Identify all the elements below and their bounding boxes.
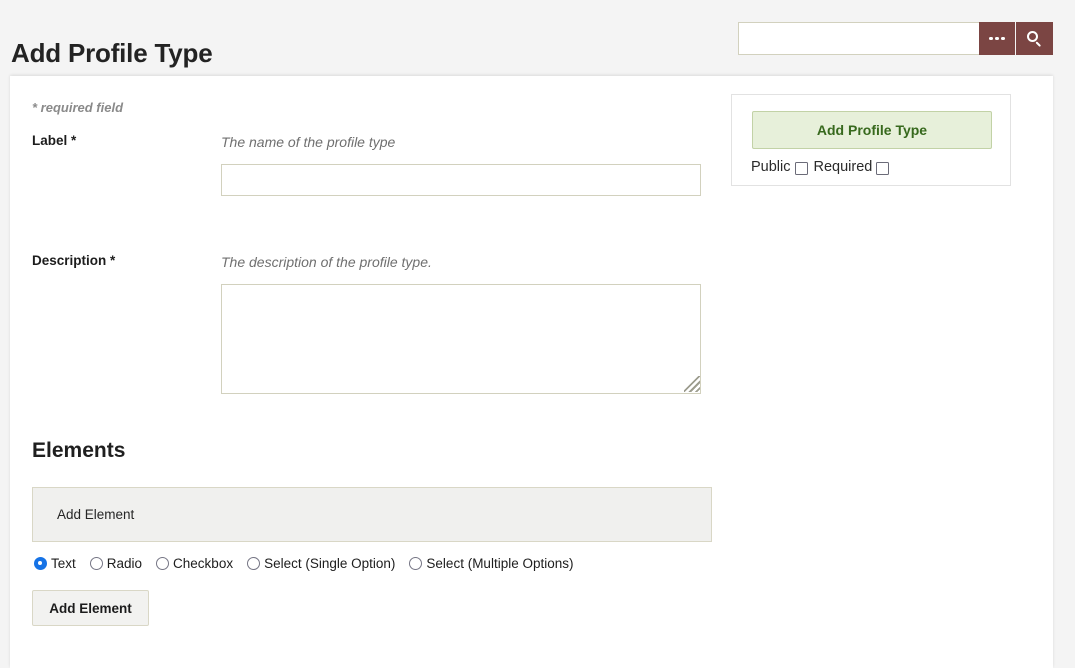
content-card: * required field Label * The name of the… xyxy=(10,76,1053,668)
add-element-panel: Add Element xyxy=(32,487,712,542)
search-input[interactable] xyxy=(738,22,979,55)
required-field-note: * required field xyxy=(32,100,124,115)
add-element-panel-label: Add Element xyxy=(57,507,135,522)
radio-input-text[interactable] xyxy=(34,557,47,570)
label-field-hint: The name of the profile type xyxy=(221,134,396,150)
public-checkbox[interactable] xyxy=(794,161,808,175)
label-input[interactable] xyxy=(221,164,701,196)
element-type-radio-group: Text Radio Checkbox Select (Single Optio… xyxy=(34,556,573,571)
app-header: Add Profile Type xyxy=(0,0,1075,76)
radio-input-select-multiple[interactable] xyxy=(409,557,423,570)
page-title: Add Profile Type xyxy=(11,38,213,69)
add-element-button[interactable]: Add Element xyxy=(32,590,149,626)
radio-option-checkbox[interactable]: Checkbox xyxy=(156,556,233,571)
search-icon xyxy=(1027,31,1042,47)
label-field-label: Label * xyxy=(32,133,77,148)
radio-label-checkbox: Checkbox xyxy=(173,556,234,571)
public-checkbox-label: Public xyxy=(751,159,791,175)
actions-panel: Add Profile Type Public Required xyxy=(731,94,1011,186)
description-textarea[interactable] xyxy=(221,284,701,394)
elements-section-heading: Elements xyxy=(32,439,126,462)
radio-option-select-multiple[interactable]: Select (Multiple Options) xyxy=(409,556,573,571)
search-button[interactable] xyxy=(1016,22,1053,55)
panel-toggle-group: Public Required xyxy=(751,159,895,175)
radio-option-radio[interactable]: Radio xyxy=(89,556,143,571)
description-field-label: Description * xyxy=(32,253,116,268)
search-bar xyxy=(738,22,1053,55)
radio-option-text[interactable]: Text xyxy=(34,556,76,571)
required-checkbox[interactable] xyxy=(876,161,890,175)
radio-label-radio: Radio xyxy=(106,556,143,571)
description-field-hint: The description of the profile type. xyxy=(221,254,432,270)
radio-input-radio[interactable] xyxy=(89,557,103,570)
required-checkbox-label: Required xyxy=(813,159,873,175)
radio-label-select-single: Select (Single Option) xyxy=(264,556,396,571)
radio-option-select-single[interactable]: Select (Single Option) xyxy=(247,556,395,571)
search-options-button[interactable] xyxy=(979,22,1016,55)
radio-label-text: Text xyxy=(51,556,76,571)
radio-input-checkbox[interactable] xyxy=(156,557,170,570)
radio-input-select-single[interactable] xyxy=(247,557,261,570)
radio-label-select-multiple: Select (Multiple Options) xyxy=(426,556,574,571)
ellipsis-icon xyxy=(989,36,1005,41)
add-profile-type-button[interactable]: Add Profile Type xyxy=(752,111,992,149)
